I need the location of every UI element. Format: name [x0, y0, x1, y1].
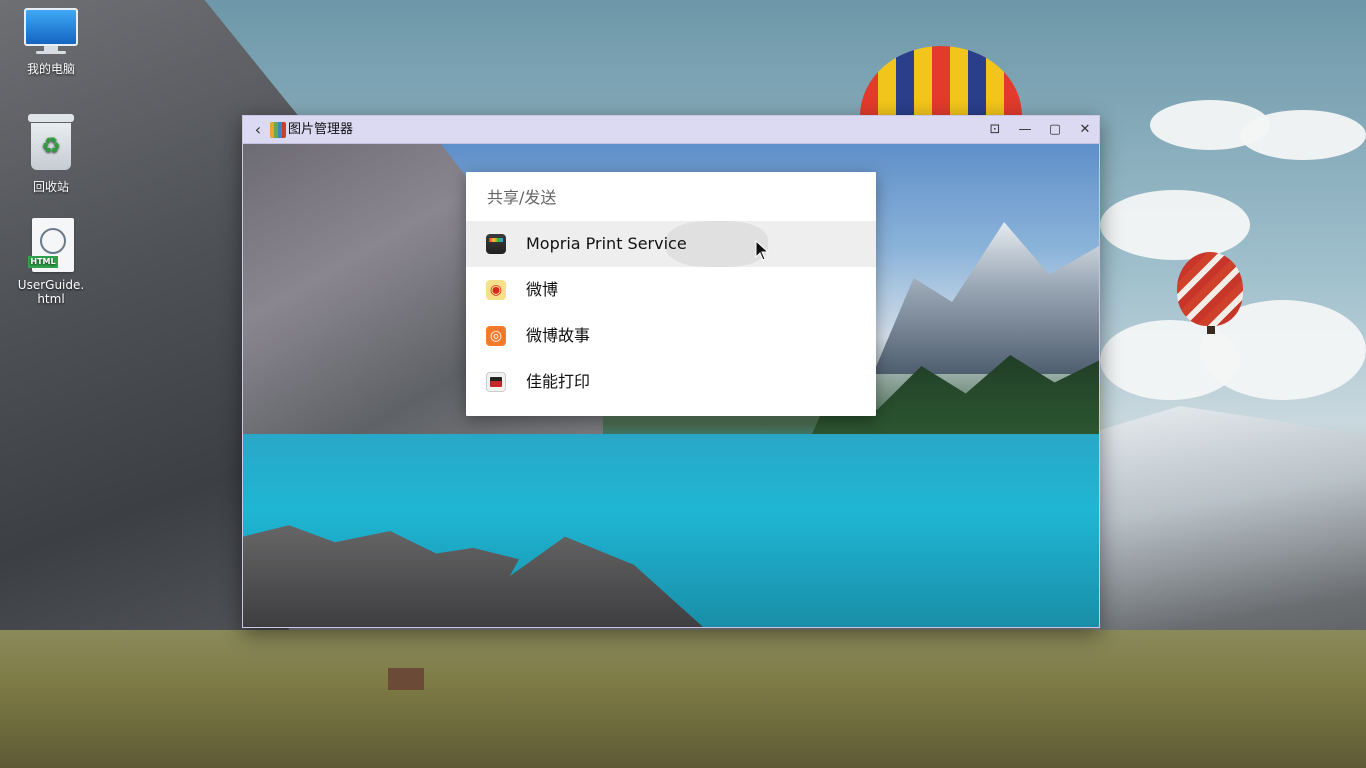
share-item-label: 佳能打印 [526, 372, 591, 391]
desktop-icon-label: UserGuide.html [17, 278, 85, 306]
weibo-story-icon [486, 326, 506, 346]
share-item-weibo-story[interactable]: 微博故事 [466, 313, 876, 359]
minimize-button[interactable]: — [1013, 120, 1037, 140]
lock-button[interactable]: ⊡ [983, 120, 1007, 140]
desktop-icon-userguide[interactable]: HTML UserGuide.html [6, 218, 96, 306]
share-item-label: Mopria Print Service [526, 234, 687, 253]
share-menu: 共享/发送 Mopria Print Service 微博 微博故事 佳能打印 [466, 172, 876, 416]
wallpaper-cloud [1100, 190, 1250, 260]
photo-peaks [873, 222, 1099, 374]
html-badge: HTML [28, 256, 58, 268]
desktop-icon-recycle-bin[interactable]: ♻ 回收站 [6, 114, 96, 195]
balloon-basket [1207, 326, 1215, 334]
desktop-icon-label: 回收站 [32, 180, 69, 194]
wallpaper-cloud [1100, 320, 1240, 400]
share-item-label: 微博故事 [526, 326, 591, 345]
maximize-button[interactable]: ▢ [1043, 120, 1067, 140]
mopria-icon [486, 234, 506, 254]
close-button[interactable]: ✕ [1073, 120, 1097, 140]
wallpaper-ground [0, 630, 1366, 768]
mouse-cursor-icon [755, 240, 769, 261]
share-item-label: 微博 [526, 280, 559, 299]
computer-icon [24, 8, 78, 54]
canon-print-icon [486, 372, 506, 392]
window-title: 图片管理器 [288, 122, 354, 137]
back-button[interactable]: ‹ [249, 120, 267, 140]
desktop-icon-label: 我的电脑 [26, 62, 75, 76]
share-item-mopria[interactable]: Mopria Print Service [466, 221, 876, 267]
wallpaper-cloud [1240, 110, 1366, 160]
share-item-canon-print[interactable]: 佳能打印 [466, 359, 876, 405]
recycle-bin-icon: ♻ [28, 114, 74, 170]
window-titlebar[interactable]: ‹ 图片管理器 ⊡ — ▢ ✕ [243, 116, 1099, 144]
weibo-icon [486, 280, 506, 300]
wallpaper-hut [388, 668, 424, 690]
hot-air-balloon-small [1177, 252, 1243, 326]
share-menu-title: 共享/发送 [487, 188, 557, 207]
desktop-icon-my-computer[interactable]: 我的电脑 [6, 8, 96, 77]
image-manager-app-icon [270, 122, 286, 138]
html-file-icon: HTML [28, 218, 74, 272]
share-item-weibo[interactable]: 微博 [466, 267, 876, 313]
